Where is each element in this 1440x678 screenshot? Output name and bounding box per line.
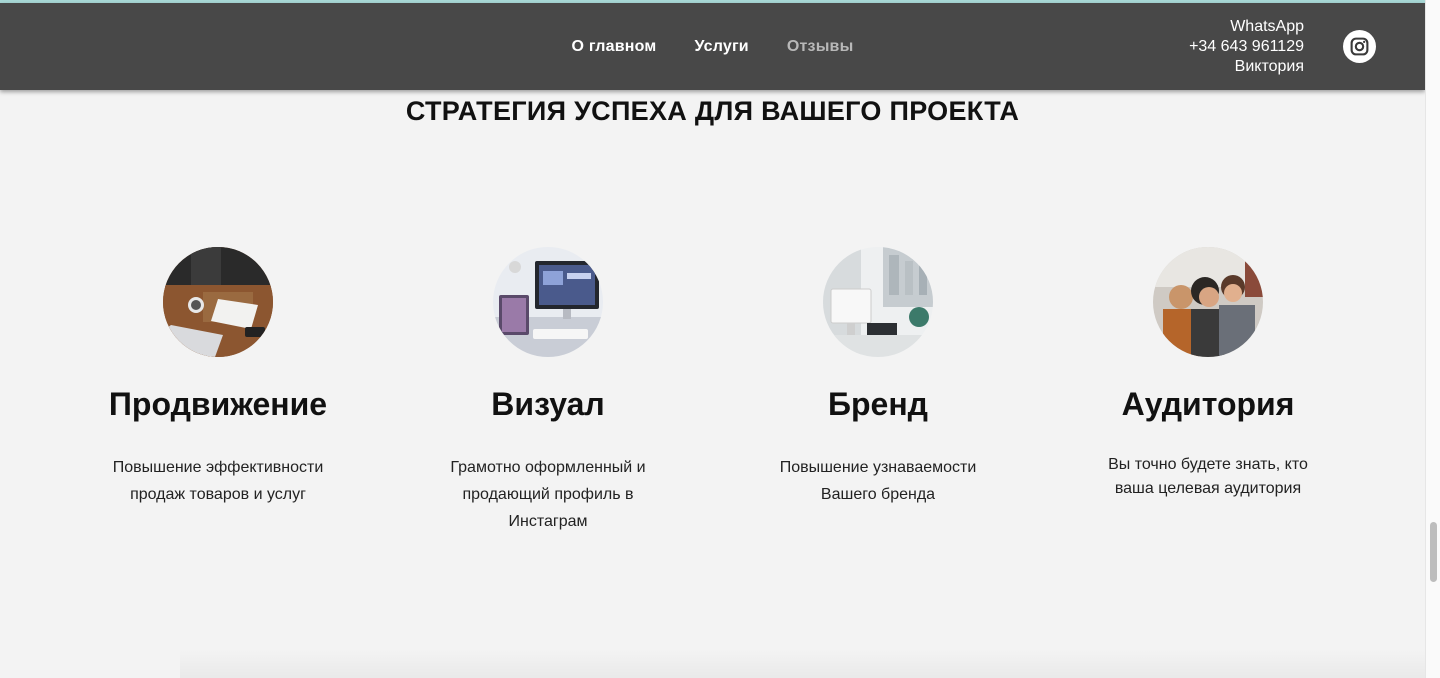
card-photo-monitor <box>493 247 603 357</box>
nav-link-services[interactable]: Услуги <box>694 38 748 56</box>
section-title: СТРАТЕГИЯ УСПЕХА ДЛЯ ВАШЕГО ПРОЕКТА <box>405 96 1020 126</box>
card-description: Грамотно оформленный и продающий профиль… <box>450 459 646 530</box>
card-description: Повышение узнаваемости Вашего бренда <box>779 459 977 503</box>
page: О главном Услуги Отзывы WhatsApp +34 643… <box>0 0 1440 678</box>
service-card-visual: Визуал Грамотно оформленный и продающий … <box>383 247 713 535</box>
page-scrollbar[interactable] <box>1425 0 1440 678</box>
card-description: Повышение эффективности продаж товаров и… <box>112 459 324 503</box>
instagram-glyph <box>1350 37 1369 56</box>
instagram-icon[interactable] <box>1343 30 1376 63</box>
scrollbar-thumb[interactable] <box>1430 522 1437 582</box>
service-card-audience: Аудитория Вы точно будете знать, кто ваш… <box>1043 247 1373 501</box>
contact-whatsapp-label[interactable]: WhatsApp <box>1189 17 1304 37</box>
site-header: О главном Услуги Отзывы WhatsApp +34 643… <box>0 3 1425 90</box>
service-card-brand: Бренд Повышение узнаваемости Вашего брен… <box>713 247 1043 508</box>
card-photo-workspace <box>823 247 933 357</box>
contact-name: Виктория <box>1234 58 1304 75</box>
service-card-promotion: Продвижение Повышение эффективности прод… <box>53 247 383 508</box>
bottom-section-shadow <box>180 650 1425 678</box>
nav-link-reviews[interactable]: Отзывы <box>787 38 854 56</box>
card-photo-desk <box>163 247 273 357</box>
card-title: Бренд <box>828 386 928 422</box>
card-title: Аудитория <box>1121 386 1295 422</box>
card-photo-people <box>1153 247 1263 357</box>
card-description: Вы точно будете знать, кто ваша целевая … <box>1108 456 1308 497</box>
nav-link-about[interactable]: О главном <box>572 38 657 56</box>
header-contact[interactable]: WhatsApp +34 643 961129 Виктория <box>1189 17 1304 77</box>
card-title: Визуал <box>491 386 605 422</box>
card-title: Продвижение <box>108 386 328 422</box>
contact-phone[interactable]: +34 643 961129 <box>1189 37 1304 57</box>
